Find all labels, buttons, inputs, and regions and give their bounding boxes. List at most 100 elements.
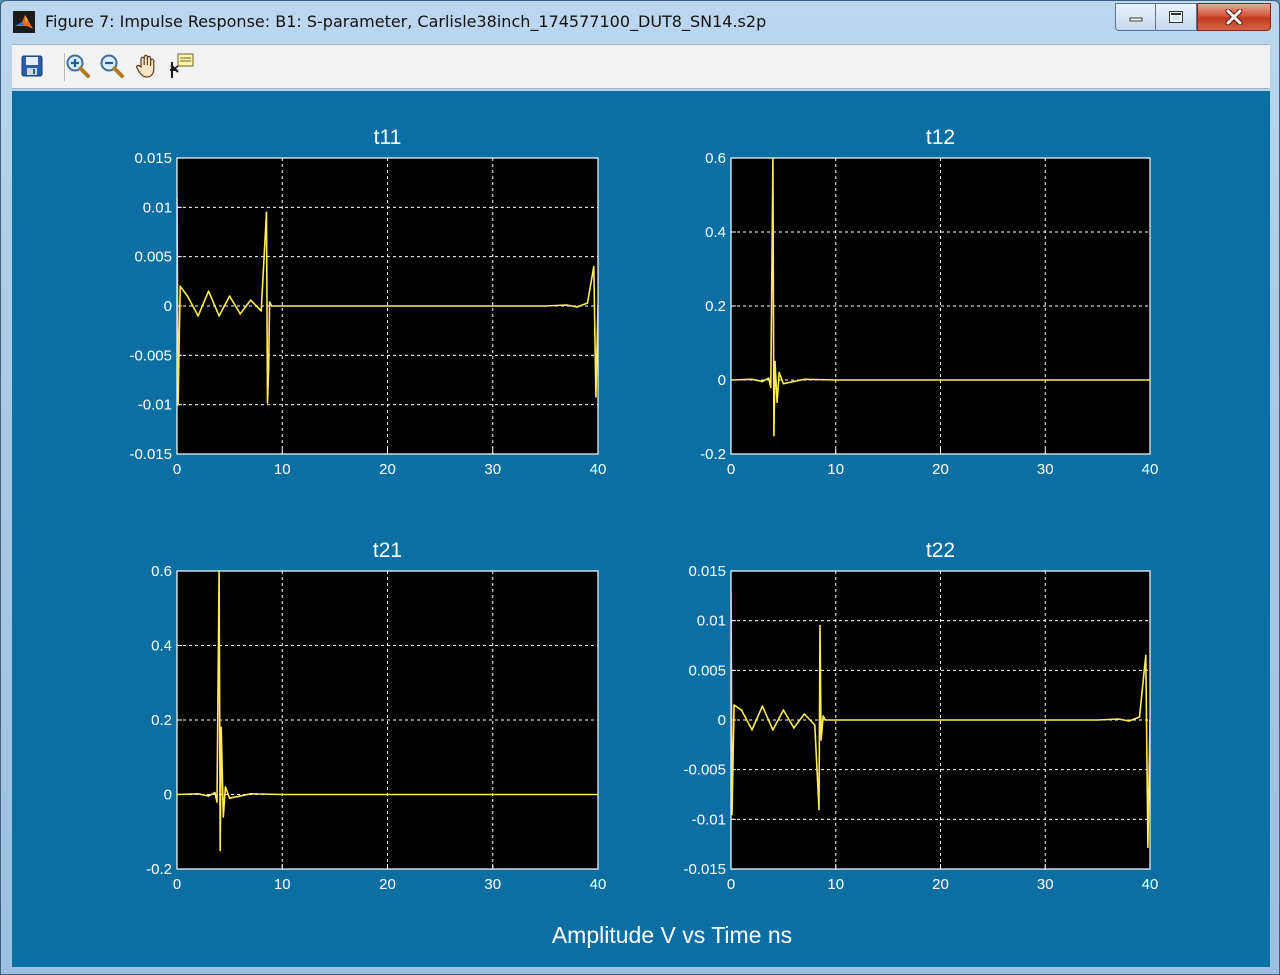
data-point	[386, 793, 389, 796]
close-button[interactable]	[1197, 3, 1271, 31]
data-point	[224, 786, 227, 788]
y-tick-label: 0.01	[697, 613, 726, 630]
data-point	[731, 813, 733, 816]
data-point	[819, 624, 821, 627]
data-point	[386, 305, 389, 307]
data-point	[249, 792, 252, 795]
data-point	[782, 382, 785, 385]
data-point	[266, 401, 269, 404]
y-tick-label: 0.005	[134, 249, 172, 266]
y-tick-label: 0.015	[134, 150, 172, 167]
x-tick-label: 0	[173, 461, 181, 478]
window-title: Figure 7: Impulse Response: B1: S-parame…	[45, 12, 767, 31]
figure-toolbar	[12, 44, 1270, 89]
data-point	[281, 305, 284, 307]
minimize-button[interactable]	[1115, 3, 1155, 31]
x-tick-label: 40	[590, 876, 607, 893]
zoom-out-button[interactable]	[98, 52, 126, 80]
axes-t12[interactable]: 0 10 20 30 400.60.40.20-0.2t12	[700, 126, 1158, 478]
data-point	[595, 395, 597, 398]
x-tick-label: 10	[827, 876, 844, 893]
y-tick-label: 0.6	[151, 563, 172, 580]
zoom-in-button[interactable]	[64, 52, 92, 80]
x-tick-label: 20	[379, 461, 396, 478]
data-point	[179, 285, 181, 288]
data-point	[220, 726, 223, 729]
data-point	[776, 401, 778, 404]
hand-icon	[136, 54, 155, 78]
data-point	[222, 816, 225, 818]
y-tick-label: -0.01	[138, 397, 172, 414]
save-button[interactable]	[18, 52, 46, 80]
y-tick-label: 0.005	[688, 662, 726, 679]
y-tick-label: -0.01	[692, 811, 726, 828]
y-tick-label: 0	[718, 372, 726, 389]
data-point	[268, 301, 271, 303]
data-point	[177, 403, 179, 406]
data-point	[1145, 654, 1147, 657]
data-point	[778, 371, 780, 374]
y-tick-label: -0.2	[700, 446, 726, 463]
pan-button[interactable]	[133, 52, 161, 80]
zoom-in-icon	[66, 54, 90, 78]
y-tick-label: 0.4	[151, 638, 172, 655]
data-point	[197, 792, 199, 795]
axes-title: t12	[926, 126, 955, 149]
data-point	[228, 295, 231, 297]
matlab-logo-icon	[13, 11, 35, 33]
x-tick-label: 40	[590, 461, 607, 478]
axes-t22[interactable]: 0 10 20 30 40 0.015 0.01 0.005 0 -0.005 -0.01 -0.01…	[683, 539, 1158, 893]
data-point	[565, 304, 568, 306]
x-tick-label: 20	[932, 461, 949, 478]
data-point	[782, 709, 785, 711]
data-point	[733, 704, 735, 706]
data-cursor-button[interactable]	[168, 52, 196, 80]
data-point	[770, 386, 772, 389]
data-point	[207, 290, 210, 292]
figure-canvas: Amplitude V vs Time ns 0 10 20 30 40 0.015 0.0…	[12, 91, 1270, 967]
data-point	[239, 313, 241, 315]
data-point	[544, 305, 547, 307]
maximize-button[interactable]	[1155, 3, 1197, 31]
y-tick-label: 0.2	[151, 712, 172, 729]
y-tick-label: 0.6	[705, 150, 726, 167]
data-point	[586, 302, 589, 304]
data-point	[814, 724, 816, 726]
x-tick-label: 30	[484, 876, 501, 893]
title-bar[interactable]: Figure 7: Impulse Response: B1: S-parame…	[1, 1, 1279, 43]
data-point	[1117, 718, 1120, 720]
data-point	[270, 305, 273, 307]
y-tick-label: 0	[164, 787, 172, 804]
y-tick-label: 0.2	[705, 298, 726, 315]
x-tick-label: 0	[173, 876, 181, 893]
data-point	[1096, 719, 1099, 721]
data-point	[803, 713, 806, 715]
axes-t21[interactable]: 0 10 20 30 400.60.40.20-0.2t21	[146, 539, 606, 893]
data-point	[939, 719, 942, 721]
x-tick-label: 30	[1037, 876, 1054, 893]
plot-area[interactable]: Amplitude V vs Time ns 0 10 20 30 40 0.015 0.0…	[12, 91, 1270, 967]
y-tick-label: -0.2	[146, 861, 172, 878]
x-tick-label: 20	[932, 876, 949, 893]
data-point	[1128, 720, 1130, 722]
data-point	[197, 315, 199, 317]
data-point	[1147, 846, 1149, 848]
data-point	[820, 739, 822, 741]
y-tick-label: 0.01	[143, 199, 172, 216]
axes-t11[interactable]: 0 10 20 30 40 0.015 0.01 0.005 0 -0.005 -0.01 -0.01…	[129, 126, 606, 478]
data-point	[218, 315, 220, 317]
data-point	[822, 715, 824, 717]
data-point	[824, 719, 827, 721]
data-point	[834, 719, 837, 721]
data-point	[228, 797, 231, 800]
data-point	[1044, 379, 1047, 381]
minimize-icon	[1129, 17, 1142, 22]
data-point	[818, 808, 820, 811]
data-point	[1138, 716, 1141, 718]
data-point	[207, 795, 210, 797]
data-point	[751, 378, 753, 381]
data-point	[491, 305, 494, 307]
x-tick-label: 30	[484, 461, 501, 478]
data-point	[260, 310, 262, 312]
axes-title: t11	[374, 126, 402, 149]
